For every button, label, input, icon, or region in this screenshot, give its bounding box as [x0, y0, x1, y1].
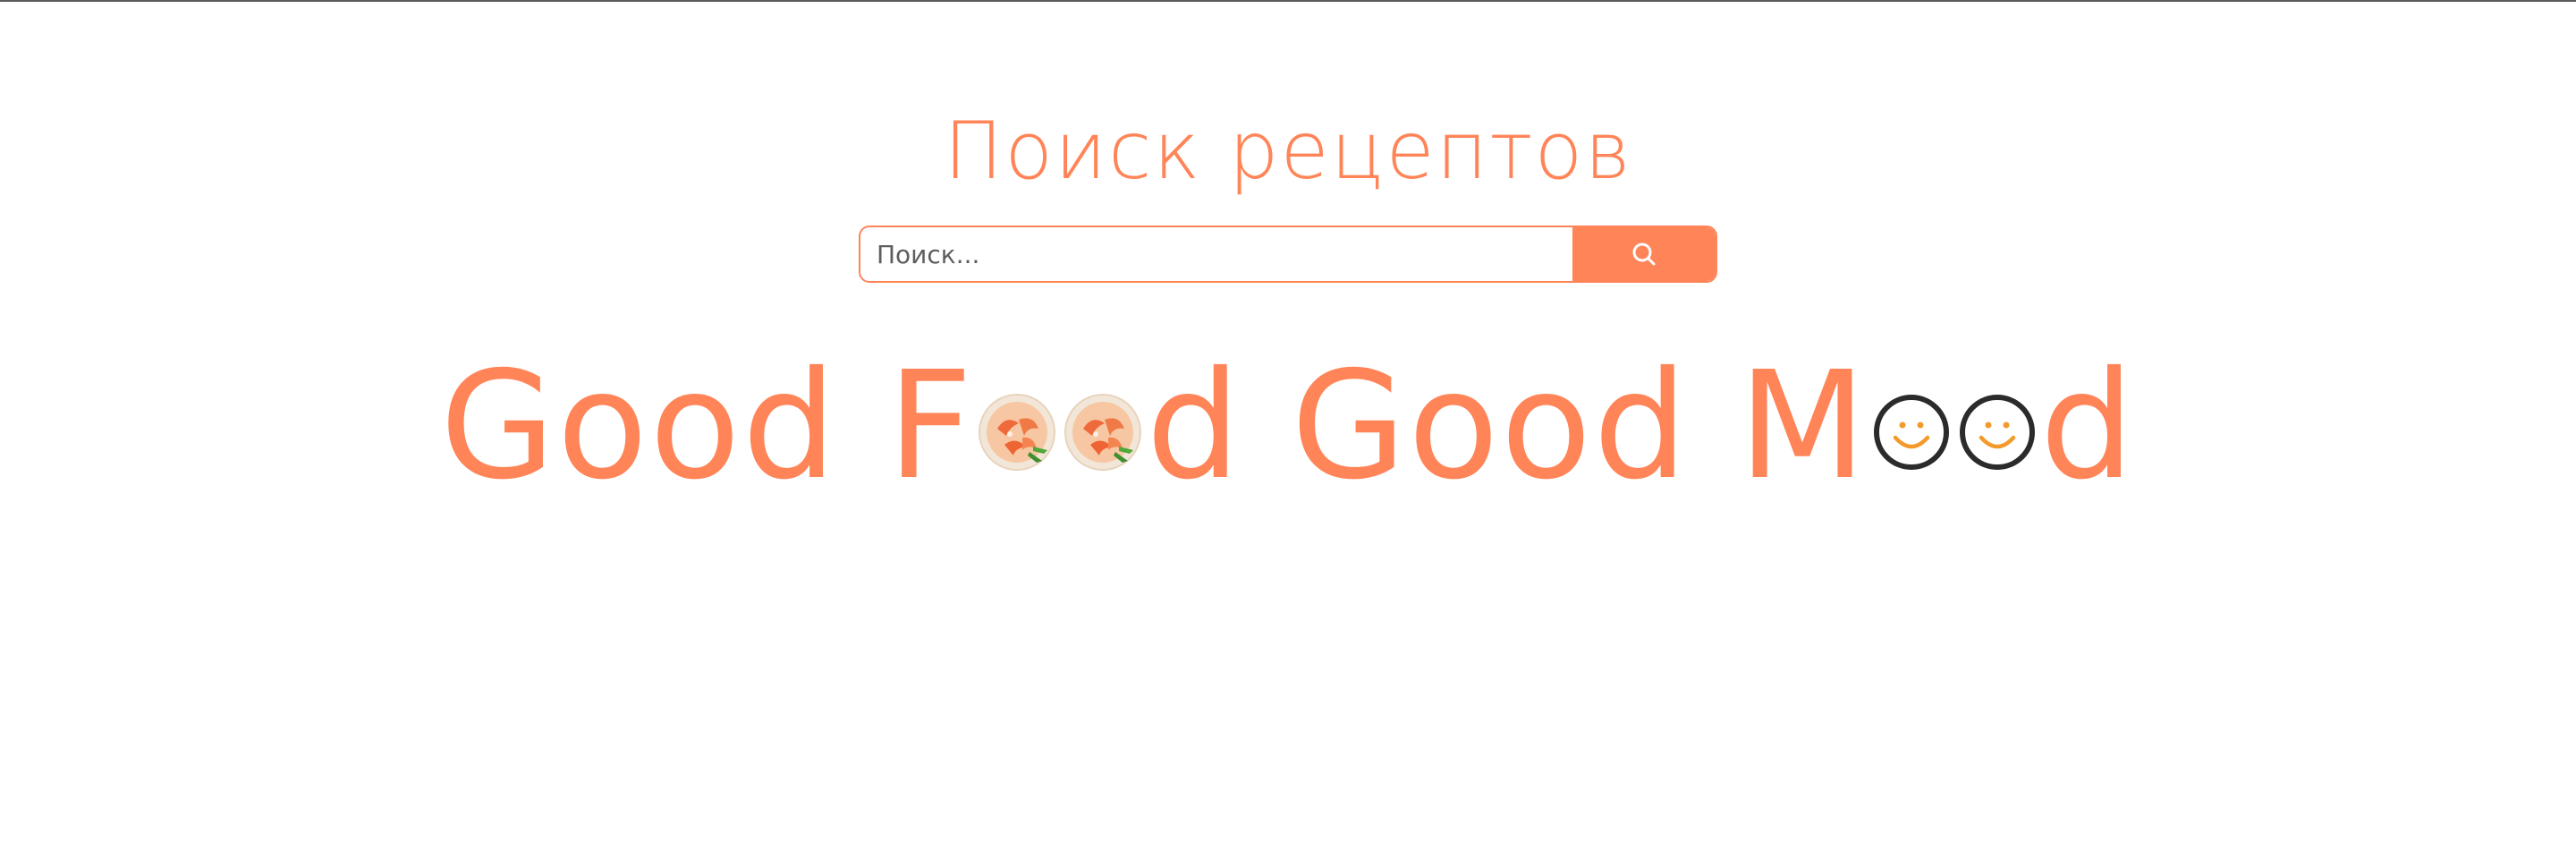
- smiley-icon: [1872, 393, 1951, 472]
- page: Поиск рецептов Good F: [0, 0, 2576, 843]
- search-icon: [1631, 241, 1657, 268]
- search-form: [859, 226, 1717, 283]
- search-input[interactable]: [860, 227, 1572, 281]
- brand-logo: Good F d Good M d: [0, 340, 2576, 513]
- brand-text-good-f: Good F: [439, 340, 975, 513]
- brand-text-d-good-m: d Good M: [1146, 340, 1868, 513]
- page-title: Поиск рецептов: [944, 105, 1632, 197]
- shrimp-plate-icon: [978, 393, 1056, 472]
- smiley-icon: [1958, 393, 2037, 472]
- search-button[interactable]: [1572, 227, 1716, 281]
- brand-text-d: d: [2039, 340, 2137, 513]
- shrimp-plate-icon: [1063, 393, 1142, 472]
